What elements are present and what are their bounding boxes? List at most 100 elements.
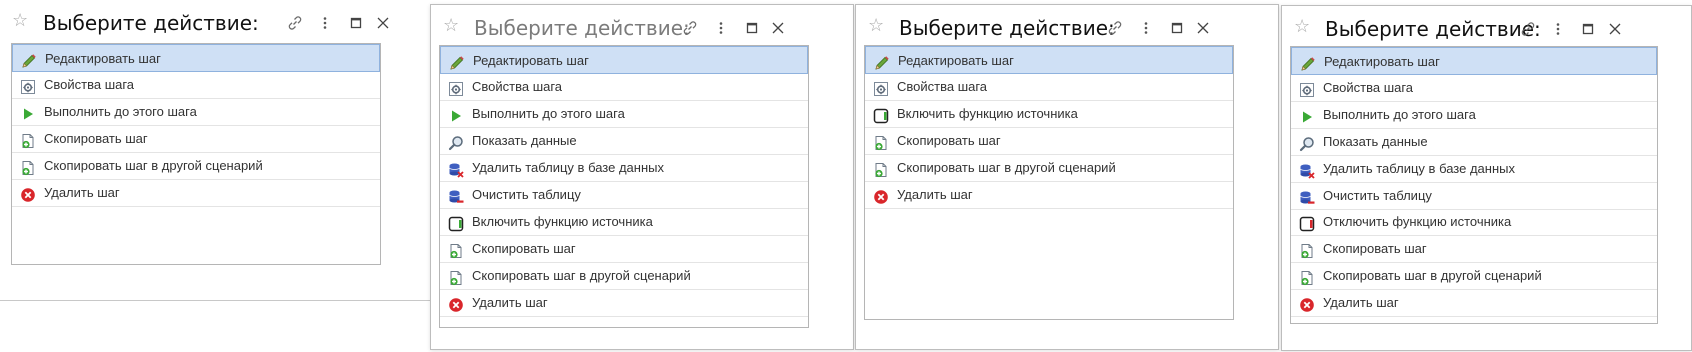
action-dialog-1: ☆ Выберите действие: Редактировать шаг Свой… <box>0 0 424 294</box>
action-item[interactable]: Удалить шаг <box>440 289 808 317</box>
play-icon <box>1299 107 1315 123</box>
action-item-label: Редактировать шаг <box>45 51 161 66</box>
action-item[interactable]: Скопировать шаг <box>440 235 808 263</box>
action-dialog-4: ☆ Выберите действие: Редактировать шаг Свой… <box>1281 5 1692 351</box>
more-actions-icon[interactable] <box>711 18 731 38</box>
copy-step-icon <box>873 160 889 178</box>
action-item-label: Удалить шаг <box>472 295 548 310</box>
copy-step-icon <box>873 133 889 151</box>
dialog-titlebar: ☆ Выберите действие: <box>1282 6 1691 50</box>
action-item[interactable]: Удалить таблицу в базе данных <box>440 154 808 182</box>
maximize-icon[interactable] <box>346 13 366 33</box>
action-item-label: Скопировать шаг в другой сценарий <box>1323 268 1542 284</box>
action-item-label: Очистить таблицу <box>1323 187 1432 203</box>
maximize-icon[interactable] <box>742 18 762 38</box>
action-item-label: Очистить таблицу <box>472 187 581 202</box>
action-item[interactable]: Очистить таблицу <box>1291 182 1657 210</box>
favorite-star-icon[interactable]: ☆ <box>12 11 32 31</box>
action-item-label: Показать данные <box>1323 133 1428 149</box>
action-item[interactable]: Удалить таблицу в базе данных <box>1291 155 1657 183</box>
database-delete-icon <box>448 160 464 178</box>
dialog-title: Выберите действие: <box>43 11 259 35</box>
action-item[interactable]: Включить функцию источника <box>440 208 808 236</box>
close-icon[interactable] <box>768 18 788 38</box>
action-item[interactable]: Удалить шаг <box>12 179 380 207</box>
more-actions-icon[interactable] <box>1548 19 1568 39</box>
delete-icon <box>873 187 889 204</box>
action-item-label: Скопировать шаг в другой сценарий <box>44 157 263 173</box>
action-item-label: Скопировать шаг <box>44 130 148 146</box>
link-icon[interactable] <box>1105 18 1125 38</box>
dialog-title: Выберите действие: <box>1325 17 1541 41</box>
copy-step-icon <box>448 268 464 286</box>
magnifier-icon <box>1299 134 1315 151</box>
action-item-label: Свойства шага <box>472 79 563 94</box>
action-item[interactable]: Редактировать шаг <box>1291 47 1657 75</box>
favorite-star-icon[interactable]: ☆ <box>868 16 888 36</box>
action-item[interactable]: Свойства шага <box>12 71 380 99</box>
dialog-titlebar: ☆ Выберите действие: <box>856 5 1278 49</box>
close-icon[interactable] <box>1605 19 1625 39</box>
maximize-icon[interactable] <box>1578 19 1598 39</box>
link-icon[interactable] <box>285 13 305 33</box>
link-icon[interactable] <box>1518 19 1538 39</box>
maximize-icon[interactable] <box>1167 18 1187 38</box>
action-item-label: Удалить таблицу в базе данных <box>472 160 664 175</box>
action-item[interactable]: Отключить функцию источника <box>1291 208 1657 237</box>
action-item[interactable]: Свойства шага <box>440 73 808 101</box>
properties-icon <box>1299 80 1315 97</box>
action-item[interactable]: Выполнить до этого шага <box>1291 101 1657 129</box>
more-actions-icon[interactable] <box>1136 18 1156 38</box>
action-item[interactable]: Свойства шага <box>865 73 1233 101</box>
action-item[interactable]: Скопировать шаг <box>865 127 1233 155</box>
delete-icon <box>20 185 36 202</box>
action-item[interactable]: Показать данные <box>440 127 808 155</box>
action-list: Редактировать шаг Свойства шага Выполнить … <box>439 45 809 328</box>
database-clear-icon <box>1299 188 1315 204</box>
action-item-label: Редактировать шаг <box>1324 54 1440 69</box>
copy-step-icon <box>1299 241 1315 259</box>
action-list: Редактировать шаг Свойства шага Выполнить … <box>11 43 381 265</box>
favorite-star-icon[interactable]: ☆ <box>1294 17 1314 37</box>
action-item-label: Выполнить до этого шага <box>1323 106 1476 122</box>
action-item[interactable]: Удалить шаг <box>1291 289 1657 318</box>
action-item-label: Выполнить до этого шага <box>44 103 197 119</box>
action-item[interactable]: Редактировать шаг <box>12 44 380 72</box>
action-item-label: Включить функцию источника <box>472 214 653 229</box>
action-item[interactable]: Скопировать шаг <box>12 125 380 153</box>
close-icon[interactable] <box>373 13 393 33</box>
more-actions-icon[interactable] <box>315 13 335 33</box>
copy-step-icon <box>1299 268 1315 286</box>
close-icon[interactable] <box>1193 18 1213 38</box>
action-item[interactable]: Свойства шага <box>1291 74 1657 102</box>
favorite-star-icon[interactable]: ☆ <box>443 16 463 36</box>
action-item[interactable]: Показать данные <box>1291 128 1657 156</box>
delete-icon <box>448 295 464 312</box>
source-on-icon <box>448 214 464 232</box>
link-icon[interactable] <box>680 18 700 38</box>
action-dialog-2: ☆ Выберите действие: Редактировать шаг Свой… <box>430 4 854 350</box>
action-item[interactable]: Скопировать шаг в другой сценарий <box>440 262 808 290</box>
action-dialog-3: ☆ Выберите действие: Редактировать шаг Свой… <box>855 4 1279 350</box>
delete-icon <box>1299 295 1315 312</box>
copy-step-icon <box>448 241 464 259</box>
action-item[interactable]: Удалить шаг <box>865 181 1233 209</box>
action-item-label: Отключить функцию источника <box>1323 214 1512 230</box>
action-item[interactable]: Выполнить до этого шага <box>12 98 380 126</box>
action-item-label: Скопировать шаг в другой сценарий <box>472 268 691 283</box>
magnifier-icon <box>448 133 464 151</box>
action-item[interactable]: Редактировать шаг <box>440 46 808 74</box>
background-divider <box>0 300 430 301</box>
pencil-icon <box>449 53 465 70</box>
action-item[interactable]: Скопировать шаг в другой сценарий <box>12 152 380 180</box>
action-item[interactable]: Редактировать шаг <box>865 46 1233 74</box>
play-icon <box>20 104 36 120</box>
action-item[interactable]: Скопировать шаг <box>1291 235 1657 264</box>
action-item[interactable]: Включить функцию источника <box>865 100 1233 128</box>
play-icon <box>448 106 464 122</box>
action-item[interactable]: Скопировать шаг в другой сценарий <box>865 154 1233 182</box>
action-item[interactable]: Выполнить до этого шага <box>440 100 808 128</box>
action-item[interactable]: Очистить таблицу <box>440 181 808 209</box>
action-item[interactable]: Скопировать шаг в другой сценарий <box>1291 262 1657 291</box>
action-item-label: Редактировать шаг <box>898 53 1014 68</box>
